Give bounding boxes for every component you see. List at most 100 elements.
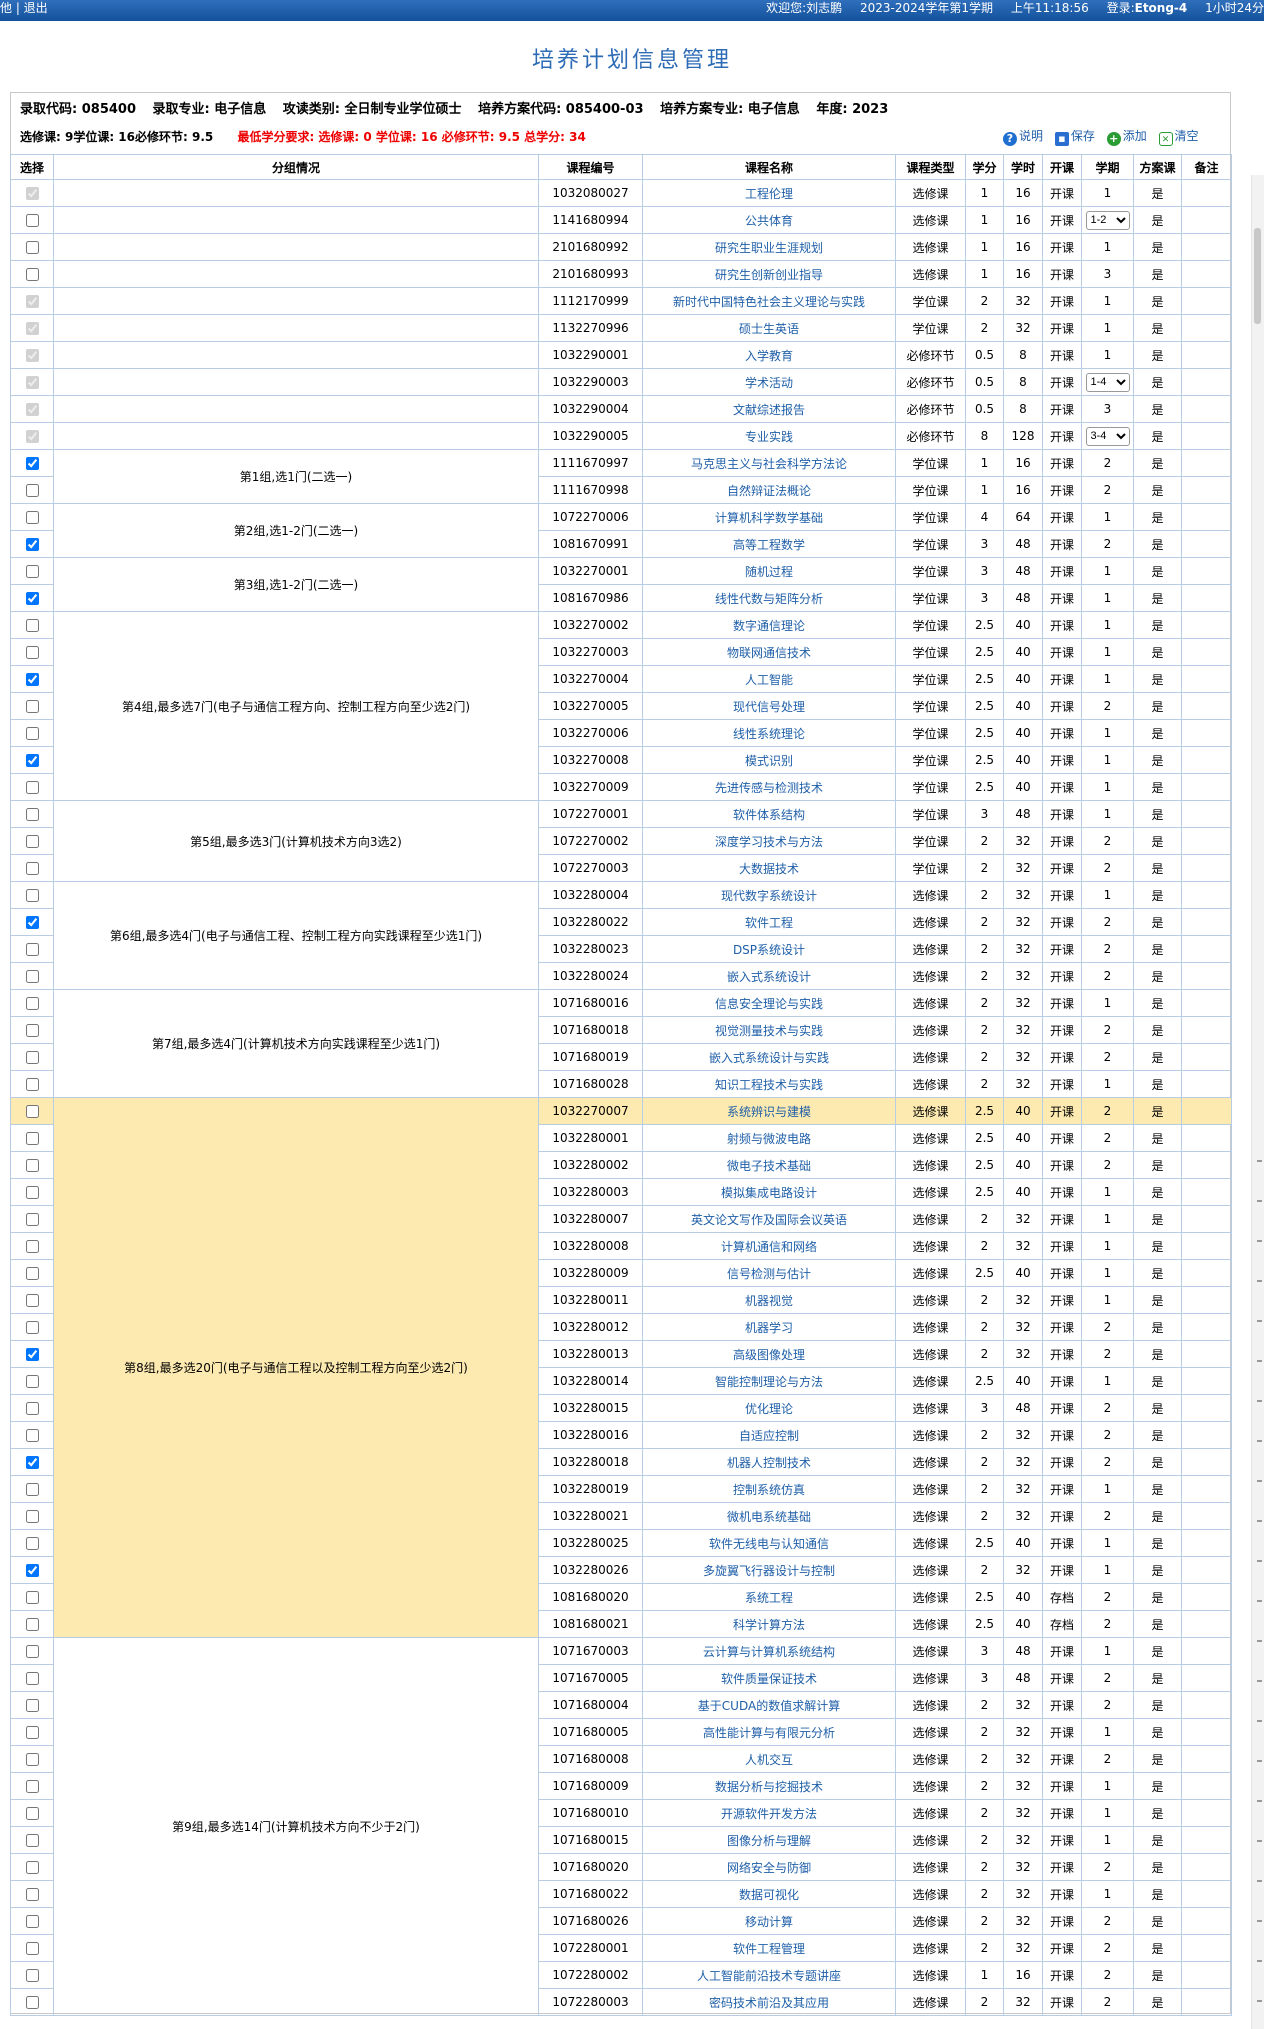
select-checkbox[interactable] bbox=[25, 754, 39, 767]
select-checkbox[interactable] bbox=[25, 673, 39, 686]
select-checkbox[interactable] bbox=[25, 511, 39, 524]
select-checkbox[interactable] bbox=[25, 862, 39, 875]
select-checkbox[interactable] bbox=[25, 538, 39, 551]
term-select[interactable]: 1-4 bbox=[1085, 372, 1130, 392]
course-name-link[interactable]: 微电子技术基础 bbox=[642, 1151, 896, 1179]
select-checkbox[interactable] bbox=[25, 322, 39, 335]
course-name-link[interactable]: 机器学习 bbox=[642, 1313, 896, 1341]
course-name-link[interactable]: 数字通信理论 bbox=[642, 611, 896, 639]
select-checkbox[interactable] bbox=[25, 1699, 39, 1712]
select-checkbox[interactable] bbox=[25, 1321, 39, 1334]
select-checkbox[interactable] bbox=[25, 808, 39, 821]
course-name-link[interactable]: 移动计算 bbox=[642, 1907, 896, 1935]
select-checkbox[interactable] bbox=[25, 376, 39, 389]
select-checkbox[interactable] bbox=[25, 1429, 39, 1442]
select-checkbox[interactable] bbox=[25, 1348, 39, 1361]
select-checkbox[interactable] bbox=[25, 1726, 39, 1739]
course-name-link[interactable]: 数据分析与挖掘技术 bbox=[642, 1772, 896, 1800]
course-name-link[interactable]: 开源软件开发方法 bbox=[642, 1799, 896, 1827]
course-name-link[interactable]: 硕士生英语 bbox=[642, 314, 896, 342]
course-name-link[interactable]: 微机电系统基础 bbox=[642, 1502, 896, 1530]
course-name-link[interactable]: 优化理论 bbox=[642, 1394, 896, 1422]
select-checkbox[interactable] bbox=[25, 1159, 39, 1172]
course-name-link[interactable]: DSP系统设计 bbox=[642, 935, 896, 963]
course-name-link[interactable]: 随机过程 bbox=[642, 557, 896, 585]
select-checkbox[interactable] bbox=[25, 430, 39, 443]
select-checkbox[interactable] bbox=[25, 619, 39, 632]
select-checkbox[interactable] bbox=[25, 349, 39, 362]
select-checkbox[interactable] bbox=[25, 1780, 39, 1793]
select-checkbox[interactable] bbox=[25, 1969, 39, 1982]
select-checkbox[interactable] bbox=[25, 1888, 39, 1901]
course-name-link[interactable]: 人工智能前沿技术专题讲座 bbox=[642, 1961, 896, 1989]
course-name-link[interactable]: 物联网通信技术 bbox=[642, 638, 896, 666]
course-name-link[interactable]: 现代数字系统设计 bbox=[642, 881, 896, 909]
select-checkbox[interactable] bbox=[25, 214, 39, 227]
course-name-link[interactable]: 计算机科学数学基础 bbox=[642, 503, 896, 531]
select-checkbox[interactable] bbox=[25, 1996, 39, 2009]
course-name-link[interactable]: 现代信号处理 bbox=[642, 692, 896, 720]
select-checkbox[interactable] bbox=[25, 1564, 39, 1577]
select-checkbox[interactable] bbox=[25, 1402, 39, 1415]
course-name-link[interactable]: 高性能计算与有限元分析 bbox=[642, 1718, 896, 1746]
course-name-link[interactable]: 基于CUDA的数值求解计算 bbox=[642, 1691, 896, 1719]
course-name-link[interactable]: 研究生职业生涯规划 bbox=[642, 233, 896, 261]
course-name-link[interactable]: 软件工程管理 bbox=[642, 1934, 896, 1962]
course-name-link[interactable]: 公共体育 bbox=[642, 206, 896, 234]
select-checkbox[interactable] bbox=[25, 484, 39, 497]
course-name-link[interactable]: 线性代数与矩阵分析 bbox=[642, 584, 896, 612]
select-checkbox[interactable] bbox=[25, 646, 39, 659]
help-button[interactable]: ? 说明 bbox=[1003, 129, 1043, 146]
select-checkbox[interactable] bbox=[25, 1834, 39, 1847]
select-checkbox[interactable] bbox=[25, 1672, 39, 1685]
course-name-link[interactable]: 软件质量保证技术 bbox=[642, 1664, 896, 1692]
select-checkbox[interactable] bbox=[25, 457, 39, 470]
course-name-link[interactable]: 智能控制理论与方法 bbox=[642, 1367, 896, 1395]
course-name-link[interactable]: 视觉测量技术与实践 bbox=[642, 1016, 896, 1044]
select-checkbox[interactable] bbox=[25, 1186, 39, 1199]
course-name-link[interactable]: 入学教育 bbox=[642, 341, 896, 369]
select-checkbox[interactable] bbox=[25, 1942, 39, 1955]
select-checkbox[interactable] bbox=[25, 727, 39, 740]
select-checkbox[interactable] bbox=[25, 1537, 39, 1550]
select-checkbox[interactable] bbox=[25, 592, 39, 605]
course-name-link[interactable]: 高等工程数学 bbox=[642, 530, 896, 558]
select-checkbox[interactable] bbox=[25, 1294, 39, 1307]
select-checkbox[interactable] bbox=[25, 943, 39, 956]
course-name-link[interactable]: 嵌入式系统设计 bbox=[642, 962, 896, 990]
course-name-link[interactable]: 自适应控制 bbox=[642, 1421, 896, 1449]
course-name-link[interactable]: 模式识别 bbox=[642, 746, 896, 774]
course-name-link[interactable]: 密码技术前沿及其应用 bbox=[642, 1988, 896, 2016]
course-name-link[interactable]: 射频与微波电路 bbox=[642, 1124, 896, 1152]
logout-link[interactable]: 他 | 退出 bbox=[0, 0, 48, 17]
course-name-link[interactable]: 先进传感与检测技术 bbox=[642, 773, 896, 801]
select-checkbox[interactable] bbox=[25, 781, 39, 794]
select-checkbox[interactable] bbox=[25, 1510, 39, 1523]
course-name-link[interactable]: 信号检测与估计 bbox=[642, 1259, 896, 1287]
select-checkbox[interactable] bbox=[25, 997, 39, 1010]
course-name-link[interactable]: 工程伦理 bbox=[642, 179, 896, 207]
select-checkbox[interactable] bbox=[25, 1618, 39, 1631]
select-checkbox[interactable] bbox=[25, 1240, 39, 1253]
course-name-link[interactable]: 模拟集成电路设计 bbox=[642, 1178, 896, 1206]
course-name-link[interactable]: 英文论文写作及国际会议英语 bbox=[642, 1205, 896, 1233]
course-name-link[interactable]: 软件体系结构 bbox=[642, 800, 896, 828]
course-name-link[interactable]: 大数据技术 bbox=[642, 854, 896, 882]
select-checkbox[interactable] bbox=[25, 403, 39, 416]
select-checkbox[interactable] bbox=[25, 1051, 39, 1064]
course-name-link[interactable]: 图像分析与理解 bbox=[642, 1826, 896, 1854]
course-name-link[interactable]: 文献综述报告 bbox=[642, 395, 896, 423]
course-name-link[interactable]: 软件无线电与认知通信 bbox=[642, 1529, 896, 1557]
select-checkbox[interactable] bbox=[25, 1483, 39, 1496]
scrollbar-thumb[interactable] bbox=[1254, 228, 1261, 324]
course-name-link[interactable]: 信息安全理论与实践 bbox=[642, 989, 896, 1017]
add-button[interactable]: + 添加 bbox=[1106, 129, 1147, 146]
select-checkbox[interactable] bbox=[25, 1807, 39, 1820]
course-name-link[interactable]: 马克思主义与社会科学方法论 bbox=[642, 449, 896, 477]
select-checkbox[interactable] bbox=[25, 835, 39, 848]
course-name-link[interactable]: 云计算与计算机系统结构 bbox=[642, 1637, 896, 1665]
course-name-link[interactable]: 多旋翼飞行器设计与控制 bbox=[642, 1556, 896, 1584]
course-name-link[interactable]: 控制系统仿真 bbox=[642, 1475, 896, 1503]
course-name-link[interactable]: 软件工程 bbox=[642, 908, 896, 936]
course-name-link[interactable]: 系统辨识与建模 bbox=[642, 1097, 896, 1125]
